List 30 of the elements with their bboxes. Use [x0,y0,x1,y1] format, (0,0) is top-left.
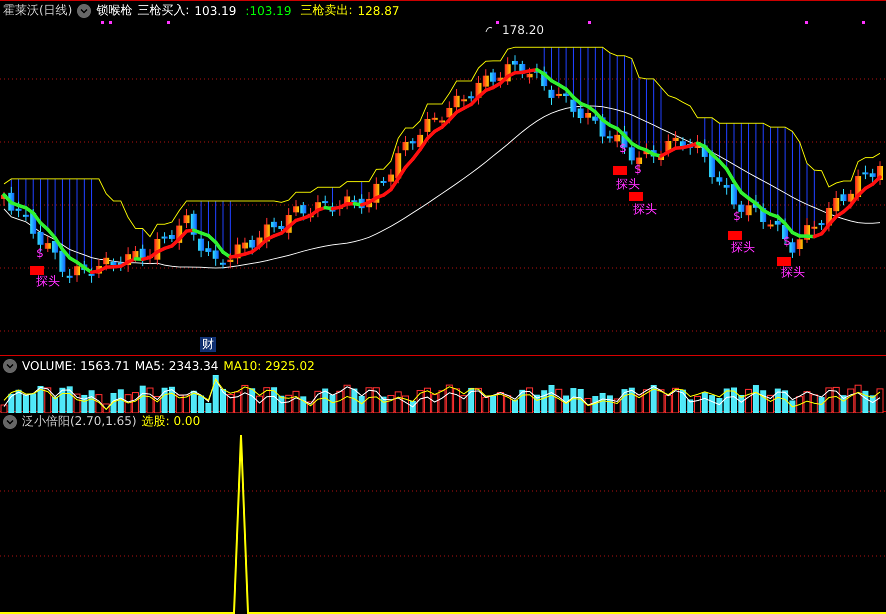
signal-marker [777,257,791,266]
dollar-sign: $ [634,162,642,176]
signal-label: 探头 [731,240,755,254]
reading-label: 三枪卖出: [300,2,352,19]
dropdown-icon[interactable] [3,358,17,372]
signal-label: 探头 [36,274,60,288]
signal-label: 探头 [616,177,640,191]
signal-marker [728,231,742,240]
signal-marker [629,192,643,201]
signal-label: 探头 [633,202,657,216]
dollar-sign: $ [733,209,741,223]
volume-reading: MA10: 2925.02 [223,358,315,372]
finance-badge[interactable]: 财 [200,337,216,352]
dollar-sign: $ [36,246,44,260]
signal-marker [613,166,627,175]
reading-label: 三枪买入: [137,2,190,19]
volume-reading: MA5: 2343.34 [134,358,218,372]
indicator-reading: 选股: 0.00 [142,413,200,430]
signal-label: 探头 [781,265,805,279]
stock-title: 霍莱沃(日线) [3,2,72,19]
volume-reading: VOLUME: 1563.71 [22,358,130,372]
indicator-name: 锁喉枪 [96,2,132,19]
reading-value: 103.19 [194,4,236,18]
reading-value: :103.19 [245,4,292,18]
dropdown-icon[interactable] [3,414,17,428]
signal-marker [30,266,44,275]
peak-label: 178.20 [502,23,544,37]
reading-value: 128.87 [358,4,400,18]
dropdown-icon[interactable] [77,4,92,18]
indicator-title: 泛小倍阳(2.70,1.65) [22,413,137,430]
